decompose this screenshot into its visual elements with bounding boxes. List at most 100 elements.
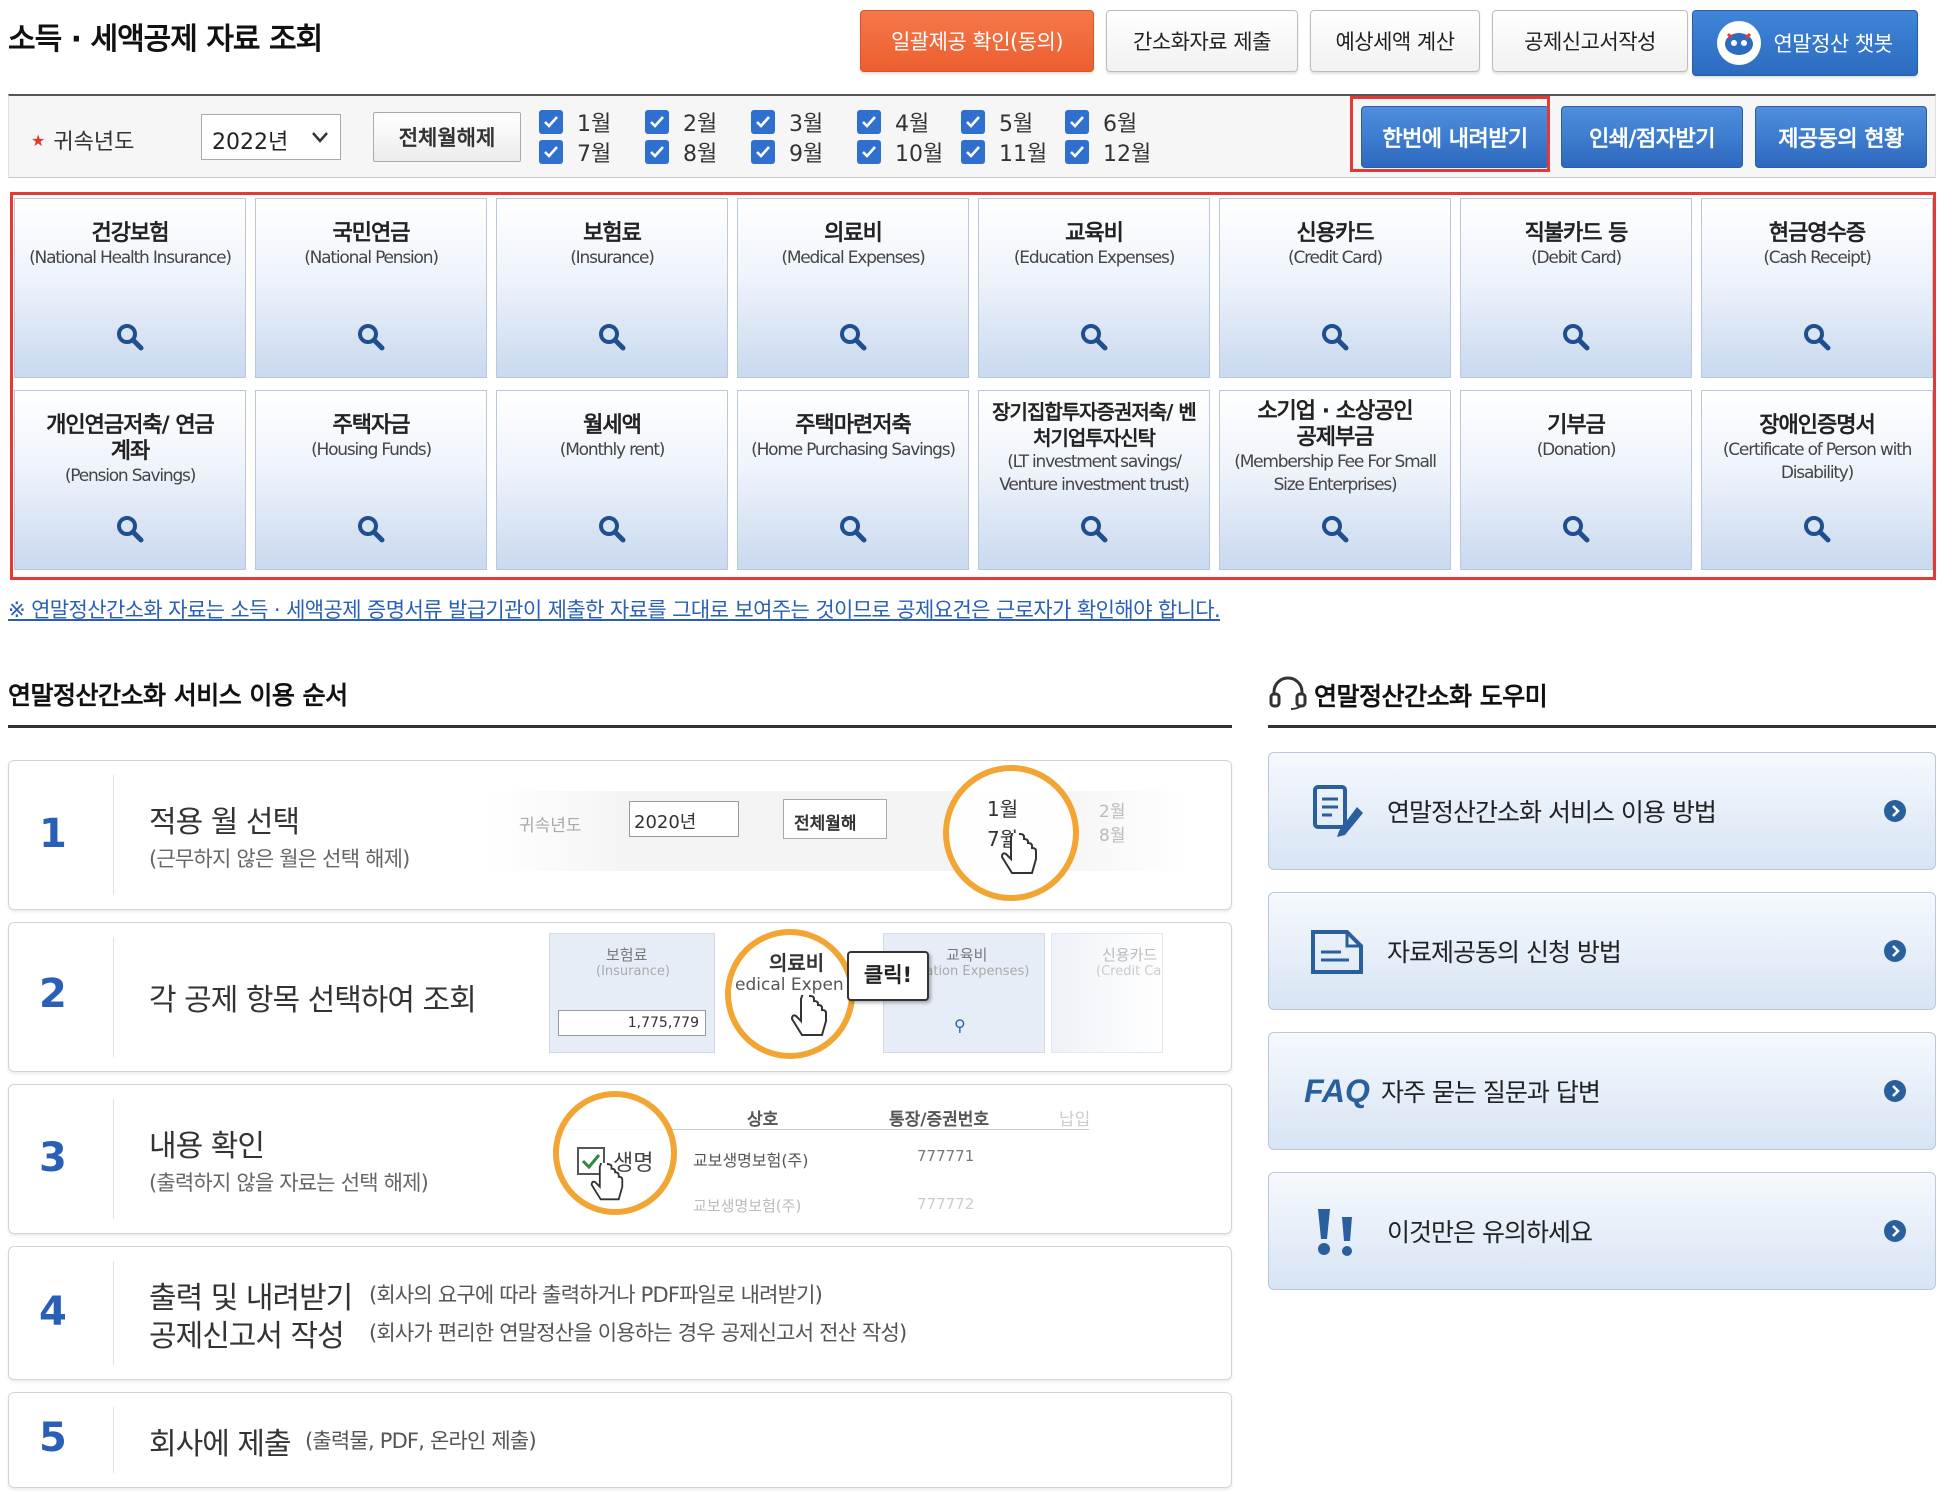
month-checkbox-8[interactable]: 8월 (645, 136, 717, 168)
consent-status-button[interactable]: 제공동의 현황 (1755, 106, 1927, 168)
check-icon (857, 140, 881, 164)
search-icon (116, 515, 144, 547)
month-checkbox-10[interactable]: 10월 (857, 136, 943, 168)
helper-faq[interactable]: FAQ 자주 묻는 질문과 답변 (1268, 1032, 1936, 1150)
deselect-all-months-button[interactable]: 전체월해제 (373, 112, 521, 162)
check-icon (751, 140, 775, 164)
steps-divider (8, 725, 1232, 728)
chatbot-icon (1717, 21, 1762, 65)
category-education[interactable]: 교육비 (Education Expenses) (978, 198, 1210, 378)
helper-consent-guide[interactable]: 자료제공동의 신청 방법 (1268, 892, 1936, 1010)
check-icon (539, 110, 563, 134)
month-checkbox-9[interactable]: 9월 (751, 136, 823, 168)
category-small-enterprise[interactable]: 소기업 · 소상공인 공제부금 (Membership Fee For Small… (1219, 390, 1451, 570)
download-all-button[interactable]: 한번에 내려받기 (1361, 106, 1549, 168)
category-health-insurance[interactable]: 건강보험 (National Health Insurance) (14, 198, 246, 378)
category-insurance[interactable]: 보험료 (Insurance) (496, 198, 728, 378)
search-icon (1080, 323, 1108, 355)
step-subtitle: (근무하지 않은 월은 선택 해제) (149, 847, 410, 871)
step-description-2: (회사가 편리한 연말정산을 이용하는 경우 공제신고서 전산 작성) (369, 1321, 907, 1345)
step-3: 3 내용 확인 (출력하지 않을 자료는 선택 해제) 상호 통장/증권번호 납… (8, 1084, 1232, 1234)
category-pension-savings[interactable]: 개인연금저축/ 연금계좌 (Pension Savings) (14, 390, 246, 570)
search-icon (839, 515, 867, 547)
category-donation[interactable]: 기부금 (Donation) (1460, 390, 1692, 570)
step-subtitle: (출력하지 않을 자료는 선택 해제) (149, 1171, 429, 1195)
hand-cursor-icon (999, 822, 1039, 883)
year-label: ★ 귀속년도 (31, 130, 135, 155)
batch-consent-button[interactable]: 일괄제공 확인(동의) (860, 10, 1094, 72)
category-home-purchasing-savings[interactable]: 주택마련저축 (Home Purchasing Savings) (737, 390, 969, 570)
check-icon (645, 110, 669, 134)
step-number: 4 (39, 1289, 67, 1335)
month-checkbox-1[interactable]: 1월 (539, 106, 611, 138)
check-icon (751, 110, 775, 134)
check-icon (1065, 110, 1089, 134)
month-checkbox-11[interactable]: 11월 (961, 136, 1047, 168)
step-title: 내용 확인 (149, 1129, 265, 1164)
check-icon (857, 110, 881, 134)
category-lt-investment[interactable]: 장기집합투자증권저축/ 벤처기업투자신탁 (LT investment savin… (978, 390, 1210, 570)
month-checkbox-5[interactable]: 5월 (961, 106, 1033, 138)
write-deduction-button[interactable]: 공제신고서작성 (1492, 10, 1688, 72)
year-select[interactable]: 2022년 (201, 114, 341, 160)
arrow-right-circle-icon (1883, 1219, 1907, 1247)
search-icon (116, 323, 144, 355)
page-title: 소득 · 세액공제 자료 조회 (8, 22, 323, 57)
step-title: 적용 월 선택 (149, 805, 300, 840)
exclamation-icon (1307, 1203, 1367, 1259)
helper-usage-guide[interactable]: 연말정산간소화 서비스 이용 방법 (1268, 752, 1936, 870)
month-checkbox-7[interactable]: 7월 (539, 136, 611, 168)
search-icon (1080, 515, 1108, 547)
month-checkbox-3[interactable]: 3월 (751, 106, 823, 138)
step-title: 회사에 제출 (149, 1427, 292, 1462)
step-4: 4 출력 및 내려받기 공제신고서 작성 (회사의 요구에 따라 출력하거나 P… (8, 1246, 1232, 1380)
category-monthly-rent[interactable]: 월세액 (Monthly rent) (496, 390, 728, 570)
category-housing-funds[interactable]: 주택자금 (Housing Funds) (255, 390, 487, 570)
step-description: (출력물, PDF, 온라인 제출) (305, 1429, 537, 1453)
month-checkbox-2[interactable]: 2월 (645, 106, 717, 138)
check-icon (1065, 140, 1089, 164)
check-icon (539, 140, 563, 164)
zoom-ring: 생명 (553, 1091, 677, 1215)
helper-section-heading: 연말정산간소화 도우미 (1268, 676, 1548, 714)
step-number: 5 (39, 1415, 67, 1461)
search-icon (598, 515, 626, 547)
print-braille-button[interactable]: 인쇄/점자받기 (1561, 106, 1743, 168)
search-icon (1321, 515, 1349, 547)
step-description: (회사의 요구에 따라 출력하거나 PDF파일로 내려받기) (369, 1283, 823, 1307)
submit-simplified-button[interactable]: 간소화자료 제출 (1106, 10, 1298, 72)
check-icon (961, 110, 985, 134)
month-checkbox-4[interactable]: 4월 (857, 106, 929, 138)
headset-icon (1268, 676, 1308, 714)
search-icon (839, 323, 867, 355)
search-icon (598, 323, 626, 355)
arrow-right-circle-icon (1883, 939, 1907, 967)
step-title: 각 공제 항목 선택하여 조회 (149, 983, 477, 1018)
search-icon: ⚲ (954, 1016, 966, 1035)
category-cash-receipt[interactable]: 현금영수증 (Cash Receipt) (1701, 198, 1933, 378)
notice-link[interactable]: ※ 연말정산간소화 자료는 소득 · 세액공제 증명서류 발급기관이 제출한 자… (8, 594, 1221, 624)
step-1-illustration: 귀속년도 2020년 전체월해 2월 8월 (489, 791, 1189, 871)
estimate-tax-button[interactable]: 예상세액 계산 (1310, 10, 1480, 72)
search-icon (1562, 515, 1590, 547)
helper-cautions[interactable]: 이것만은 유의하세요 (1268, 1172, 1936, 1290)
category-disability-certificate[interactable]: 장애인증명서 (Certificate of Person with Disabi… (1701, 390, 1933, 570)
step-number: 1 (39, 811, 67, 857)
month-checkbox-6[interactable]: 6월 (1065, 106, 1137, 138)
arrow-right-circle-icon (1883, 799, 1907, 827)
month-checkbox-12[interactable]: 12월 (1065, 136, 1151, 168)
steps-section-title: 연말정산간소화 서비스 이용 순서 (8, 681, 348, 710)
filter-bar: ★ 귀속년도 2022년 전체월해제 1월 2월 3월 4월 5월 6월 7월 8… (8, 94, 1936, 178)
helper-divider (1268, 725, 1936, 728)
category-credit-card[interactable]: 신용카드 (Credit Card) (1219, 198, 1451, 378)
faq-icon: FAQ (1304, 1072, 1370, 1109)
category-debit-card[interactable]: 직불카드 등 (Debit Card) (1460, 198, 1692, 378)
zoom-ring: 1월 7월 (943, 765, 1079, 901)
chatbot-button[interactable]: 연말정산 챗봇 (1692, 10, 1918, 76)
search-icon (357, 515, 385, 547)
arrow-right-circle-icon (1883, 1079, 1907, 1107)
chatbot-label: 연말정산 챗봇 (1773, 32, 1893, 56)
step-5: 5 회사에 제출 (출력물, PDF, 온라인 제출) (8, 1392, 1232, 1488)
category-medical[interactable]: 의료비 (Medical Expenses) (737, 198, 969, 378)
category-national-pension[interactable]: 국민연금 (National Pension) (255, 198, 487, 378)
